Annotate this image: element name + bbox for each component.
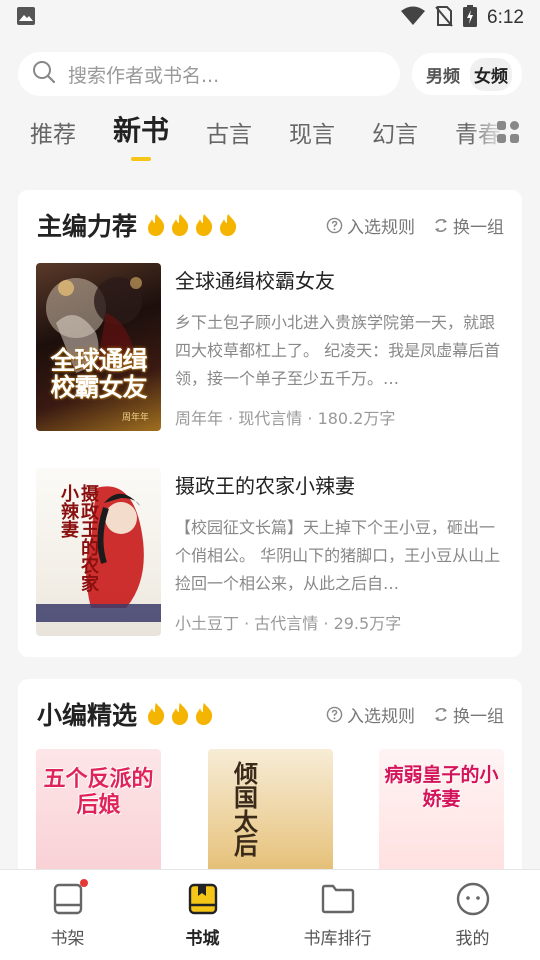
book-item[interactable]: 全球通缉校霸女友 周年年 全球通缉校霸女友 乡下土包子顾小北进入贵族学院第一天，… — [18, 263, 522, 431]
flame-icon — [172, 214, 189, 236]
nav-bookshelf[interactable]: 书架 — [13, 878, 123, 949]
card-header: 小编精选 入选规则 换一组 — [18, 679, 522, 733]
bookstore-icon — [188, 883, 217, 914]
nav-label: 我的 — [455, 928, 490, 949]
book-cover: 摄政王的农家小辣妻 — [36, 468, 161, 636]
nav-ranking[interactable]: 书库排行 — [283, 882, 393, 949]
book-description: 【校园征文长篇】天上掉下个王小豆，砸出一个俏相公。 华阴山下的猪脚口，王小豆从山… — [175, 518, 501, 593]
refresh-label: 换一组 — [453, 706, 504, 727]
nav-label: 书库排行 — [303, 928, 372, 949]
tab-recommend[interactable]: 推荐 — [30, 115, 76, 165]
rules-label: 入选规则 — [347, 706, 415, 727]
book-title: 全球通缉校霸女友 — [175, 269, 335, 293]
bookshelf-icon — [53, 883, 82, 914]
gender-toggle: 男频 女频 — [412, 53, 522, 95]
section-title: 小编精选 — [37, 701, 138, 730]
refresh-icon — [435, 707, 447, 721]
gender-female-option[interactable]: 女频 — [470, 57, 512, 91]
flame-icon — [196, 214, 213, 236]
nav-bookstore[interactable]: 书城 — [148, 882, 258, 949]
search-input[interactable]: 搜索作者或书名... — [18, 52, 400, 96]
flame-icon — [148, 214, 165, 236]
question-circle-icon — [326, 217, 343, 233]
refresh-label: 换一组 — [453, 217, 504, 238]
book-author: 周年年 — [175, 409, 224, 428]
book-word-count: 180.2万字 — [317, 409, 396, 428]
status-time: 6:12 — [487, 7, 524, 28]
bottom-nav: 书架 书城 书库排行 我的 — [0, 869, 540, 960]
cover-title: 倾国太后 — [229, 761, 259, 857]
rules-label: 入选规则 — [347, 217, 415, 238]
tabs-fade — [470, 99, 540, 165]
search-placeholder: 搜索作者或书名... — [68, 64, 220, 87]
category-tabs: 推荐 新书 古言 现言 幻言 青春 — [0, 99, 540, 165]
battery-charging-icon — [463, 5, 478, 31]
cover-title: 摄政王的农家小辣妻 — [58, 484, 99, 592]
card-header: 主编力荐 入选规则 换一组 — [18, 190, 522, 244]
nav-label: 书城 — [185, 928, 220, 949]
image-icon — [16, 6, 36, 30]
refresh-group-button[interactable]: 换一组 — [433, 702, 504, 727]
book-cover: 全球通缉校霸女友 周年年 — [36, 263, 161, 431]
selection-rules-link[interactable]: 入选规则 — [326, 702, 415, 727]
book-description: 乡下土包子顾小北进入贵族学院第一天，就跟四大校草都杠上了。 纪凌天：我是凤虚幕后… — [175, 313, 501, 388]
nav-profile[interactable]: 我的 — [418, 882, 528, 949]
refresh-icon — [435, 218, 447, 232]
tab-ancient-romance[interactable]: 古言 — [206, 115, 252, 165]
notification-dot — [79, 878, 88, 887]
selection-rules-link[interactable]: 入选规则 — [326, 213, 415, 238]
search-icon — [32, 60, 56, 88]
flame-icon — [172, 703, 189, 725]
section-title: 主编力荐 — [37, 212, 138, 241]
status-bar: 6:12 — [0, 0, 540, 36]
book-info: 摄政王的农家小辣妻 【校园征文长篇】天上掉下个王小豆，砸出一个俏相公。 华阴山下… — [175, 468, 504, 636]
refresh-group-button[interactable]: 换一组 — [433, 213, 504, 238]
flame-rating — [145, 213, 239, 237]
no-sim-icon — [435, 5, 453, 31]
flame-rating — [145, 702, 215, 726]
flame-icon — [148, 703, 165, 725]
profile-icon — [456, 882, 489, 915]
book-category: 现代言情 — [238, 409, 303, 428]
nav-label: 书架 — [50, 928, 85, 949]
tab-modern-romance[interactable]: 现言 — [289, 115, 335, 165]
cover-title: 五个反派的后娘 — [43, 767, 154, 818]
flame-icon — [196, 703, 213, 725]
book-category: 古代言情 — [254, 614, 319, 633]
book-item[interactable]: 摄政王的农家小辣妻 摄政王的农家小辣妻 【校园征文长篇】天上掉下个王小豆，砸出一… — [18, 468, 522, 636]
wifi-icon — [401, 6, 426, 30]
question-circle-icon — [326, 706, 343, 722]
cover-title: 全球通缉校霸女友 — [50, 346, 147, 402]
editor-recommend-card: 主编力荐 入选规则 换一组 全球通缉校霸女友 周年年 全球通缉校霸女友 乡下土包… — [18, 190, 522, 657]
book-meta: 小土豆丁 · 古代言情 · 29.5万字 — [175, 614, 402, 633]
tab-fantasy-romance[interactable]: 幻言 — [372, 115, 418, 165]
flame-icon — [220, 214, 237, 236]
grid-menu-icon[interactable] — [496, 120, 520, 148]
tab-new-books[interactable]: 新书 — [113, 109, 169, 165]
gender-male-option[interactable]: 男频 — [422, 58, 464, 91]
book-info: 全球通缉校霸女友 乡下土包子顾小北进入贵族学院第一天，就跟四大校草都杠上了。 纪… — [175, 263, 504, 431]
search-row: 搜索作者或书名... 男频 女频 — [0, 49, 540, 99]
cover-title: 病弱皇子的小娇妻 — [384, 764, 499, 810]
book-meta: 周年年 · 现代言情 · 180.2万字 — [175, 409, 396, 428]
book-author: 小土豆丁 — [175, 614, 240, 633]
book-title: 摄政王的农家小辣妻 — [175, 474, 355, 498]
folder-icon — [321, 884, 354, 913]
book-word-count: 29.5万字 — [333, 614, 402, 633]
cover-author: 周年年 — [121, 413, 149, 423]
